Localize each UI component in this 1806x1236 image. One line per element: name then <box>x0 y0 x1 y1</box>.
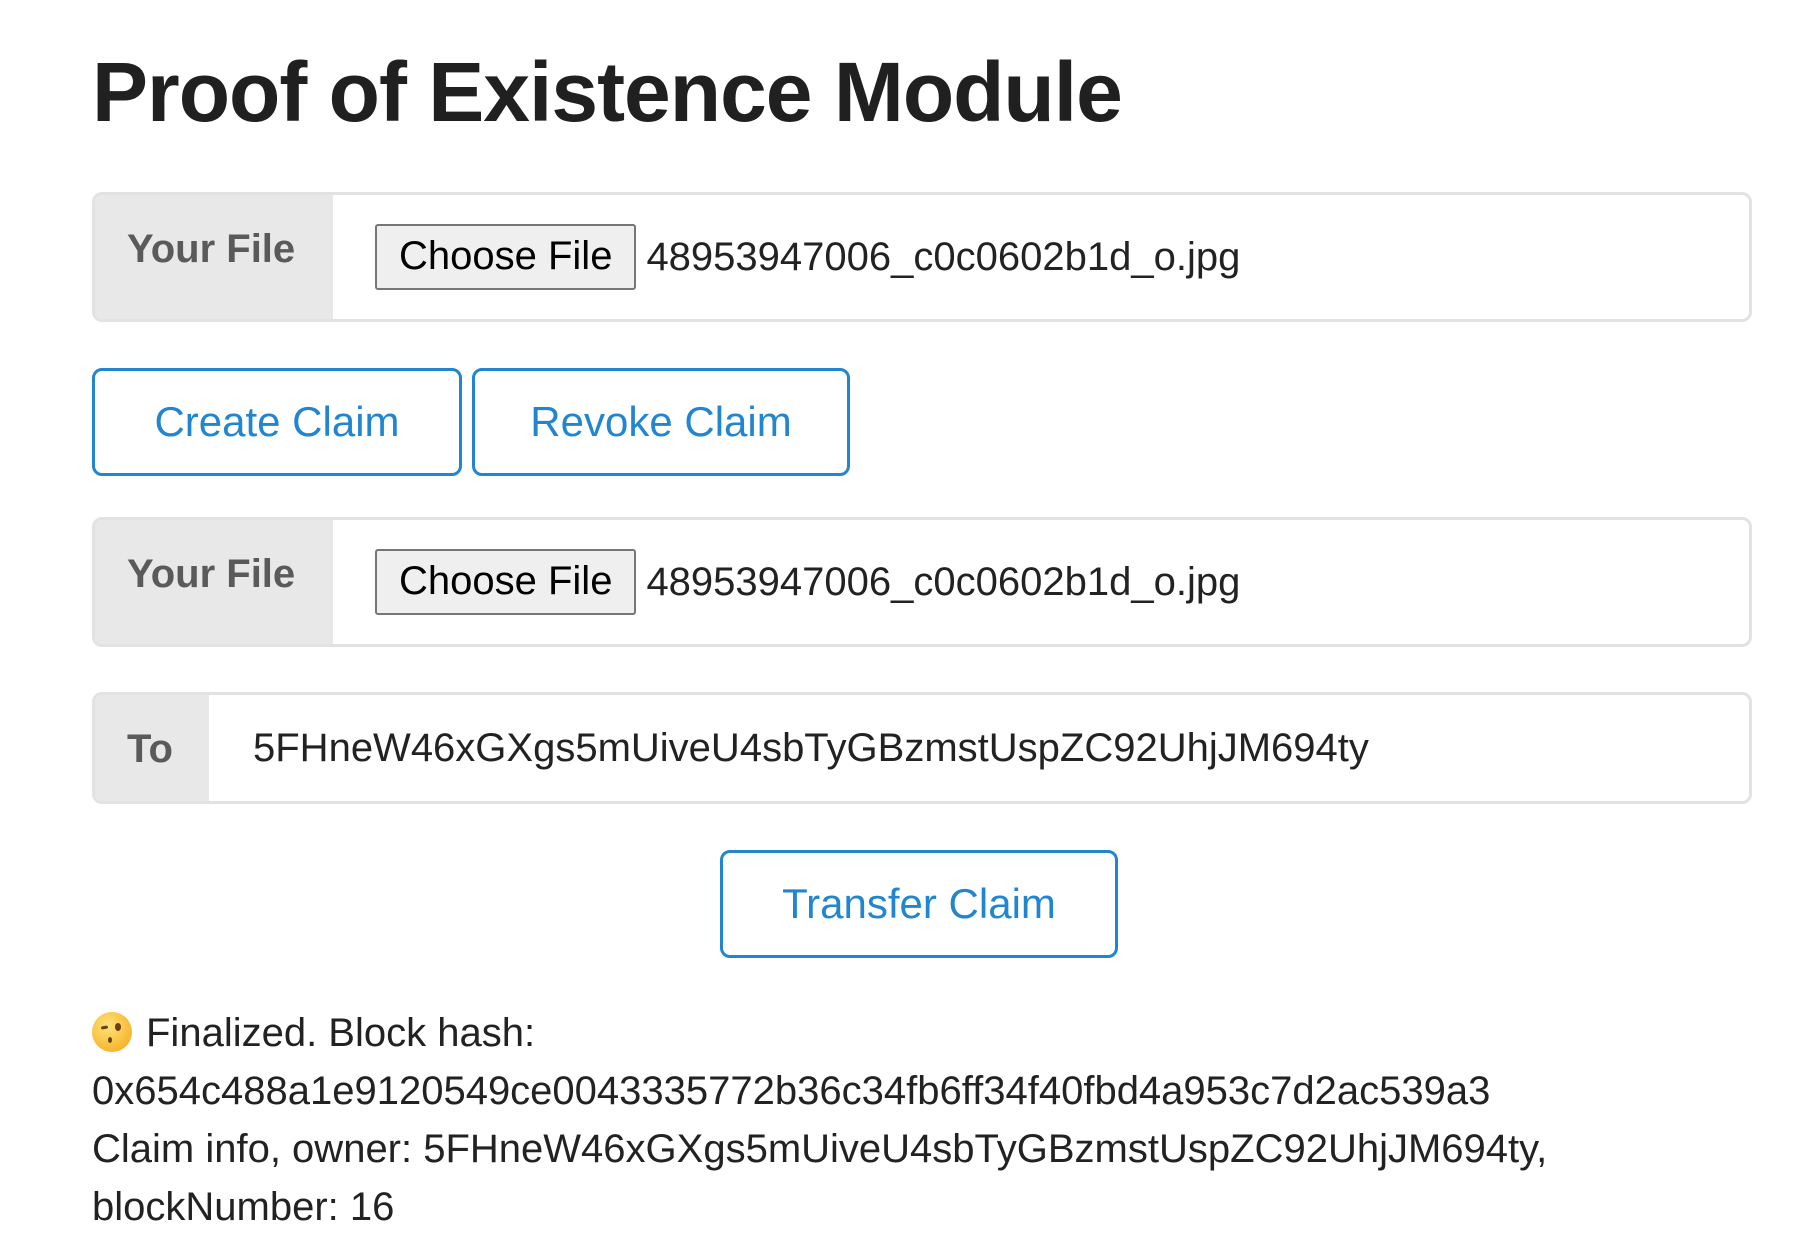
to-field-label: To <box>95 695 209 801</box>
to-field: To 5FHneW46xGXgs5mUiveU4sbTyGBzmstUspZC9… <box>92 692 1752 804</box>
file-input-1[interactable]: Choose File 48953947006_c0c0602b1d_o.jpg <box>333 195 1749 319</box>
file-name-2: 48953947006_c0c0602b1d_o.jpg <box>646 559 1241 604</box>
block-hash: 0x654c488a1e9120549ce0043335772b36c34fb6… <box>92 1069 1491 1113</box>
claim-info-owner: Claim info, owner: 5FHneW46xGXgs5mUiveU4… <box>92 1127 1548 1171</box>
file-input-2[interactable]: Choose File 48953947006_c0c0602b1d_o.jpg <box>333 520 1749 644</box>
transfer-claim-button[interactable]: Transfer Claim <box>720 850 1118 958</box>
file-name-1: 48953947006_c0c0602b1d_o.jpg <box>646 234 1241 279</box>
file-field-1: Your File Choose File 48953947006_c0c060… <box>92 192 1752 322</box>
status-line-finalized: Finalized. Block hash: <box>92 1004 1752 1062</box>
choose-file-button-1[interactable]: Choose File <box>375 224 637 290</box>
file-field-1-label: Your File <box>95 195 333 319</box>
status-message: Finalized. Block hash: 0x654c488a1e91205… <box>92 1004 1752 1236</box>
file-field-2-label: Your File <box>95 520 333 644</box>
to-address-input[interactable]: 5FHneW46xGXgs5mUiveU4sbTyGBzmstUspZC92Uh… <box>209 695 1749 801</box>
winking-face-emoji-icon <box>92 1012 132 1052</box>
revoke-claim-button[interactable]: Revoke Claim <box>472 368 850 476</box>
status-finalized-text: Finalized. Block hash: <box>146 1011 536 1055</box>
create-claim-button[interactable]: Create Claim <box>92 368 462 476</box>
page-title: Proof of Existence Module <box>92 45 1123 139</box>
choose-file-button-2[interactable]: Choose File <box>375 549 637 615</box>
file-field-2: Your File Choose File 48953947006_c0c060… <box>92 517 1752 647</box>
claim-info-block-number: blockNumber: 16 <box>92 1185 395 1229</box>
